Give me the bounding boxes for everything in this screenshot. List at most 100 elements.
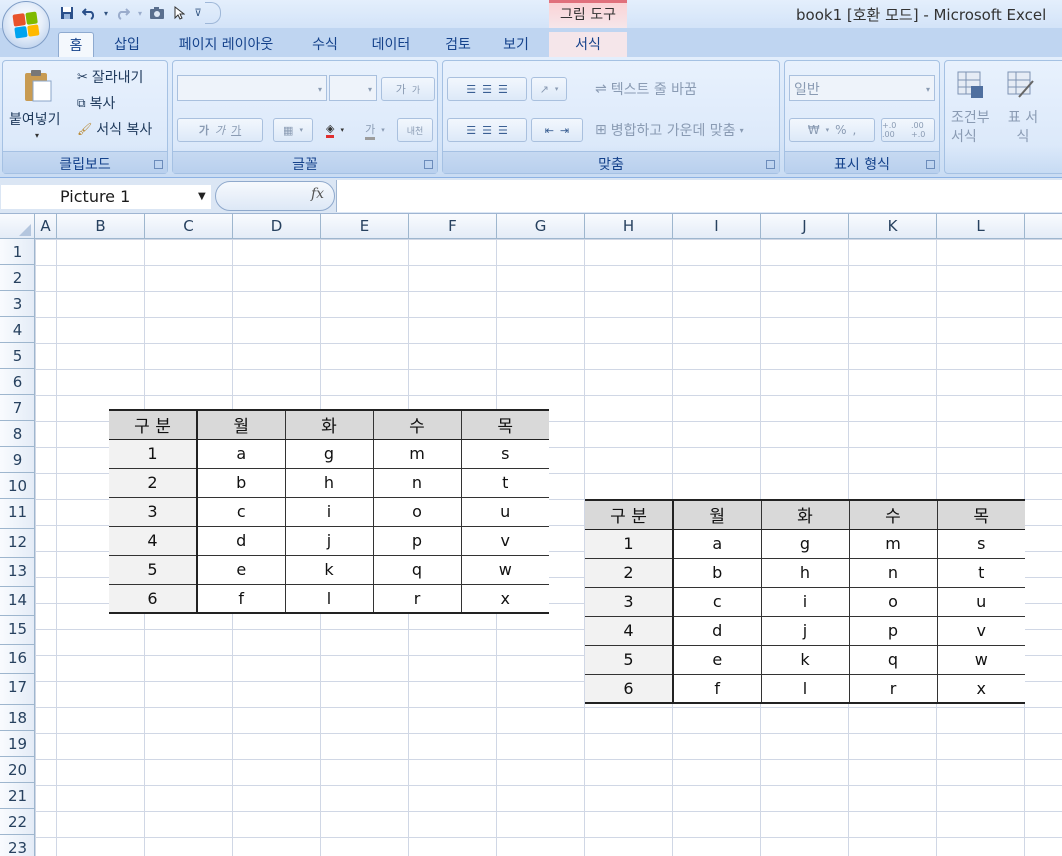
row-header-16[interactable]: 16: [0, 645, 35, 674]
row-header-4[interactable]: 4: [0, 317, 35, 343]
column-header-l[interactable]: L: [937, 214, 1025, 239]
tab-home[interactable]: 홈: [58, 32, 94, 58]
align-right-icon[interactable]: ☰: [498, 124, 508, 137]
orientation-button[interactable]: ↗ ▾: [531, 77, 567, 101]
formula-input[interactable]: [336, 180, 1062, 212]
customize-icon[interactable]: ⊽: [192, 4, 204, 22]
row-header-9[interactable]: 9: [0, 447, 35, 473]
redo-dropdown-icon[interactable]: ▾: [136, 4, 144, 22]
tab-formulas[interactable]: 수식: [300, 32, 350, 58]
tab-insert[interactable]: 삽입: [104, 32, 150, 58]
format-as-table-icon[interactable]: [1007, 71, 1035, 103]
wrap-text-button[interactable]: ⇌ 텍스트 줄 바꿈: [595, 79, 697, 99]
row-header-2[interactable]: 2: [0, 265, 35, 291]
borders-button[interactable]: ▦ ▾: [273, 118, 313, 142]
row-header-8[interactable]: 8: [0, 421, 35, 447]
currency-button[interactable]: ₩: [808, 123, 820, 137]
row-header-18[interactable]: 18: [0, 705, 35, 731]
row-header-1[interactable]: 1: [0, 239, 35, 265]
column-header-k[interactable]: K: [849, 214, 937, 239]
name-box[interactable]: Picture 1: [0, 184, 212, 210]
row-header-6[interactable]: 6: [0, 369, 35, 395]
row-header-21[interactable]: 21: [0, 783, 35, 809]
undo-dropdown-icon[interactable]: ▾: [102, 4, 110, 22]
grow-font-button[interactable]: 가: [396, 81, 406, 97]
cut-button[interactable]: ✂ 잘라내기: [77, 67, 143, 87]
column-header-j[interactable]: J: [761, 214, 849, 239]
picture-table-2[interactable]: 구 분 월 화 수 목 1 a g m s 2 b h n t 3 c i o …: [585, 499, 1025, 704]
alignment-launcher-icon[interactable]: [766, 160, 775, 169]
column-header-i[interactable]: I: [673, 214, 761, 239]
column-header-f[interactable]: F: [409, 214, 497, 239]
align-bottom-icon[interactable]: ☰: [498, 83, 508, 96]
align-middle-icon[interactable]: ☰: [482, 83, 492, 96]
font-name-combo[interactable]: ▾: [177, 75, 327, 101]
row-header-10[interactable]: 10: [0, 473, 35, 499]
row-header-22[interactable]: 22: [0, 809, 35, 835]
format-as-table-button[interactable]: 표 서식: [1003, 109, 1043, 147]
row-header-7[interactable]: 7: [0, 395, 35, 421]
row-header-12[interactable]: 12: [0, 529, 35, 558]
tab-view[interactable]: 보기: [494, 32, 538, 58]
font-launcher-icon[interactable]: [424, 160, 433, 169]
increase-indent-icon[interactable]: ⇥: [560, 124, 569, 137]
font-size-combo[interactable]: ▾: [329, 75, 377, 101]
column-header-h[interactable]: H: [585, 214, 673, 239]
undo-icon[interactable]: [80, 4, 98, 22]
italic-button[interactable]: 가: [215, 122, 225, 138]
column-header-g[interactable]: G: [497, 214, 585, 239]
row-header-15[interactable]: 15: [0, 616, 35, 645]
phonetic-button[interactable]: 내천: [397, 118, 433, 142]
row-header-23[interactable]: 23: [0, 835, 35, 856]
column-header-b[interactable]: B: [57, 214, 145, 239]
column-header-c[interactable]: C: [145, 214, 233, 239]
row-header-11[interactable]: 11: [0, 499, 35, 529]
tab-page-layout[interactable]: 페이지 레이아웃: [163, 32, 289, 58]
copy-button[interactable]: ⧉ 복사: [77, 93, 115, 113]
row-header-19[interactable]: 19: [0, 731, 35, 757]
redo-icon[interactable]: [114, 4, 132, 22]
decrease-indent-icon[interactable]: ⇤: [545, 124, 554, 137]
format-painter-button[interactable]: 🖌 서식 복사: [77, 119, 152, 139]
fill-color-button[interactable]: ◈ ▾: [317, 118, 353, 142]
tab-review[interactable]: 검토: [436, 32, 480, 58]
comma-button[interactable]: ,: [852, 123, 856, 137]
column-header-a[interactable]: A: [35, 214, 57, 239]
percent-button[interactable]: %: [835, 123, 846, 137]
bold-button[interactable]: 가: [199, 122, 209, 138]
tab-format[interactable]: 서식: [549, 32, 627, 58]
paste-button[interactable]: 붙여넣기: [9, 109, 61, 129]
name-box-dropdown-icon[interactable]: ▼: [198, 191, 206, 202]
row-header-14[interactable]: 14: [0, 587, 35, 616]
align-left-icon[interactable]: ☰: [466, 124, 476, 137]
office-button[interactable]: [2, 1, 50, 49]
underline-button[interactable]: 가: [231, 122, 241, 138]
increase-decimal-button[interactable]: +.0 .00: [882, 121, 905, 139]
align-top-icon[interactable]: ☰: [466, 83, 476, 96]
camera-icon[interactable]: [148, 4, 166, 22]
decrease-decimal-button[interactable]: .00 +.0: [911, 121, 934, 139]
align-center-icon[interactable]: ☰: [482, 124, 492, 137]
column-header-m[interactable]: [1025, 214, 1062, 239]
clipboard-launcher-icon[interactable]: [154, 160, 163, 169]
pointer-icon[interactable]: [170, 4, 188, 22]
column-header-d[interactable]: D: [233, 214, 321, 239]
conditional-format-button[interactable]: 조건부 서식: [951, 109, 997, 147]
paste-dropdown-icon[interactable]: ▾: [35, 131, 39, 140]
row-header-5[interactable]: 5: [0, 343, 35, 369]
number-format-combo[interactable]: 일반 ▾: [789, 75, 935, 101]
column-header-e[interactable]: E: [321, 214, 409, 239]
picture-table-1[interactable]: 구 분 월 화 수 목 1 a g m s 2 b h n t 3 c i o …: [109, 409, 549, 614]
tab-data[interactable]: 데이터: [362, 32, 420, 58]
number-launcher-icon[interactable]: [926, 160, 935, 169]
save-icon[interactable]: [58, 4, 76, 22]
conditional-format-icon[interactable]: [957, 71, 985, 103]
shrink-font-button[interactable]: 가: [412, 83, 420, 96]
font-grow-shrink[interactable]: 가 가: [381, 77, 435, 101]
row-header-3[interactable]: 3: [0, 291, 35, 317]
font-color-button[interactable]: 가 ▾: [357, 118, 393, 142]
row-header-20[interactable]: 20: [0, 757, 35, 783]
insert-function-icon[interactable]: fx: [311, 186, 324, 202]
row-header-13[interactable]: 13: [0, 558, 35, 587]
row-header-17[interactable]: 17: [0, 674, 35, 705]
